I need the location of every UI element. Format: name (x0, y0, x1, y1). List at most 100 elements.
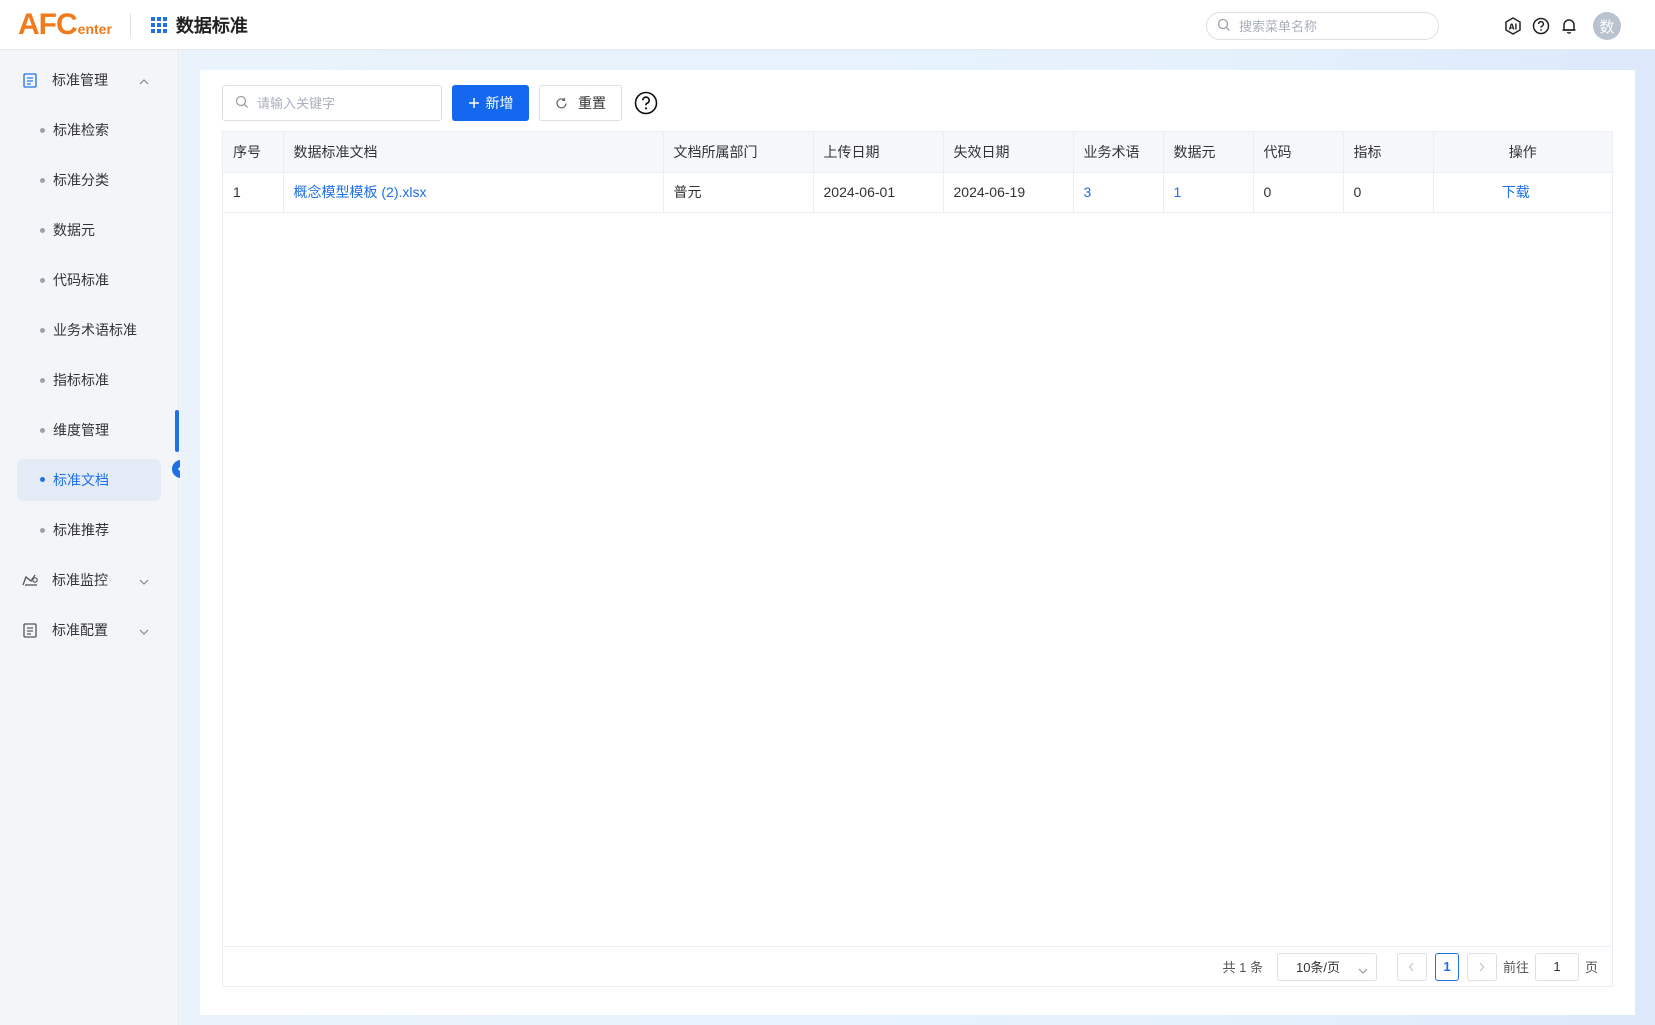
bullet-dot (40, 178, 45, 183)
bell-icon[interactable] (1559, 16, 1579, 36)
bullet-dot (40, 128, 45, 133)
sidebar-group-label: 标准配置 (52, 622, 108, 638)
sidebar-item-label: 数据元 (53, 222, 95, 238)
search-icon (235, 95, 249, 112)
sidebar-item-code-standard[interactable]: 代码标准 (0, 255, 178, 305)
bullet-dot (40, 278, 45, 283)
help-circle-icon[interactable] (634, 91, 658, 115)
help-icon[interactable] (1531, 16, 1551, 36)
monitor-icon (22, 572, 38, 588)
download-link[interactable]: 下载 (1502, 184, 1530, 200)
cell-department: 普元 (663, 172, 814, 213)
app-grid-icon[interactable] (150, 16, 167, 33)
sidebar-item-label: 指标标准 (53, 372, 109, 388)
column-header: 文档所属部门 (663, 132, 814, 173)
total-count: 共 1 条 (1222, 960, 1263, 975)
bullet-dot (40, 477, 45, 482)
reset-button-label: 重置 (578, 95, 606, 111)
sidebar-item-standard-category[interactable]: 标准分类 (0, 155, 178, 205)
add-button-label: 新增 (485, 95, 514, 111)
keyword-input[interactable] (257, 95, 437, 111)
refresh-icon (556, 97, 567, 108)
cell-codes: 0 (1253, 172, 1344, 213)
sidebar-resize-handle[interactable] (175, 410, 179, 452)
user-avatar[interactable]: 数 (1593, 12, 1621, 40)
sidebar-item-dimension-management[interactable]: 维度管理 (0, 405, 178, 455)
column-header: 数据标准文档 (283, 132, 664, 173)
page-size-value: 10条/页 (1295, 960, 1341, 975)
next-page-button[interactable] (1466, 952, 1497, 981)
sidebar-item-label: 标准推荐 (53, 522, 109, 538)
reset-button[interactable]: 重置 (539, 85, 622, 121)
column-header: 指标 (1343, 132, 1434, 173)
chevron-left-icon (1409, 962, 1414, 971)
sidebar-group-standard-config[interactable]: 标准配置 (0, 605, 178, 655)
column-header: 数据元 (1163, 132, 1254, 173)
page-size-select[interactable]: 10条/页 (1276, 952, 1377, 981)
sidebar-item-standard-search[interactable]: 标准检索 (0, 105, 178, 155)
business-terms-count-link[interactable]: 3 (1084, 184, 1092, 200)
header-divider (129, 12, 131, 37)
goto-label: 前往 (1502, 960, 1529, 975)
table-row: 1 概念模型模板 (2).xlsx 普元 2024-06-01 2024-06-… (223, 172, 1612, 213)
chevron-down-icon (138, 623, 150, 639)
column-header: 上传日期 (813, 132, 944, 173)
logo-text-big: AFC (18, 7, 78, 41)
prev-page-button[interactable] (1396, 952, 1427, 981)
chevron-down-icon (138, 573, 150, 589)
sidebar-group-standard-management[interactable]: 标准管理 (0, 55, 178, 105)
sidebar-item-label: 标准检索 (53, 122, 109, 138)
app-title: 数据标准 (175, 15, 248, 36)
sidebar-group-label: 标准管理 (52, 72, 108, 88)
page-number-button[interactable]: 1 (1434, 952, 1459, 981)
sidebar-item-label: 标准文档 (53, 472, 109, 488)
toolbar: 新增 重置 (222, 85, 658, 121)
bullet-dot (40, 528, 45, 533)
pagination: 共 1 条 10条/页 1 前往 页 (223, 946, 1612, 986)
plus-icon (468, 98, 479, 108)
bullet-dot (40, 328, 45, 333)
cell-index: 1 (223, 172, 284, 213)
add-button[interactable]: 新增 (452, 85, 529, 121)
search-icon (1217, 18, 1231, 35)
sidebar-item-label: 业务术语标准 (53, 322, 137, 338)
sidebar: 标准管理 标准检索 标准分类 数据元 代码标准 业务术语标准 指标标准 维度管理… (0, 50, 179, 1025)
bullet-dot (40, 378, 45, 383)
cell-expire-date: 2024-06-19 (943, 172, 1074, 213)
top-header: AFC enter 数据标准 AI 数 (0, 0, 1655, 50)
goto-page-input[interactable] (1534, 952, 1579, 981)
cell-upload-date: 2024-06-01 (813, 172, 944, 213)
column-header: 操作 (1433, 132, 1612, 173)
cell-metrics: 0 (1343, 172, 1434, 213)
menu-search-box[interactable] (1206, 12, 1439, 40)
sidebar-item-standard-document[interactable]: 标准文档 (17, 459, 161, 501)
sidebar-item-data-element[interactable]: 数据元 (0, 205, 178, 255)
sidebar-item-standard-recommend[interactable]: 标准推荐 (0, 505, 178, 555)
page-suffix-label: 页 (1584, 960, 1598, 975)
sidebar-item-label: 维度管理 (53, 422, 109, 438)
svg-text:AI: AI (1509, 22, 1518, 31)
document-link[interactable]: 概念模型模板 (2).xlsx (294, 184, 427, 200)
table-header-row: 序号 数据标准文档 文档所属部门 上传日期 失效日期 业务术语 数据元 代码 指… (223, 132, 1612, 173)
content-card: 新增 重置 序号 数据标准文档 文档所属部门 上传日期 失效日期 业务术语 (200, 70, 1635, 1015)
chevron-right-icon (1480, 962, 1485, 971)
column-header: 代码 (1253, 132, 1344, 173)
data-elements-count-link[interactable]: 1 (1174, 184, 1182, 200)
header-icons: AI 数 (1503, 12, 1621, 40)
sidebar-item-metric-standard[interactable]: 指标标准 (0, 355, 178, 405)
keyword-search-box[interactable] (222, 85, 442, 121)
ai-assistant-icon[interactable]: AI (1503, 16, 1523, 36)
sidebar-group-standard-monitor[interactable]: 标准监控 (0, 555, 178, 605)
sidebar-item-business-term-standard[interactable]: 业务术语标准 (0, 305, 178, 355)
column-header: 序号 (223, 132, 284, 173)
document-table-container: 序号 数据标准文档 文档所属部门 上传日期 失效日期 业务术语 数据元 代码 指… (222, 131, 1613, 987)
config-document-icon (22, 622, 38, 638)
chevron-down-icon (1358, 963, 1368, 978)
column-header: 失效日期 (943, 132, 1074, 173)
document-table: 序号 数据标准文档 文档所属部门 上传日期 失效日期 业务术语 数据元 代码 指… (223, 132, 1612, 213)
afcenter-logo[interactable]: AFC enter (18, 7, 112, 41)
sidebar-item-label: 标准分类 (53, 172, 109, 188)
menu-search-input[interactable] (1239, 18, 1429, 34)
column-header: 业务术语 (1073, 132, 1164, 173)
bullet-dot (40, 228, 45, 233)
